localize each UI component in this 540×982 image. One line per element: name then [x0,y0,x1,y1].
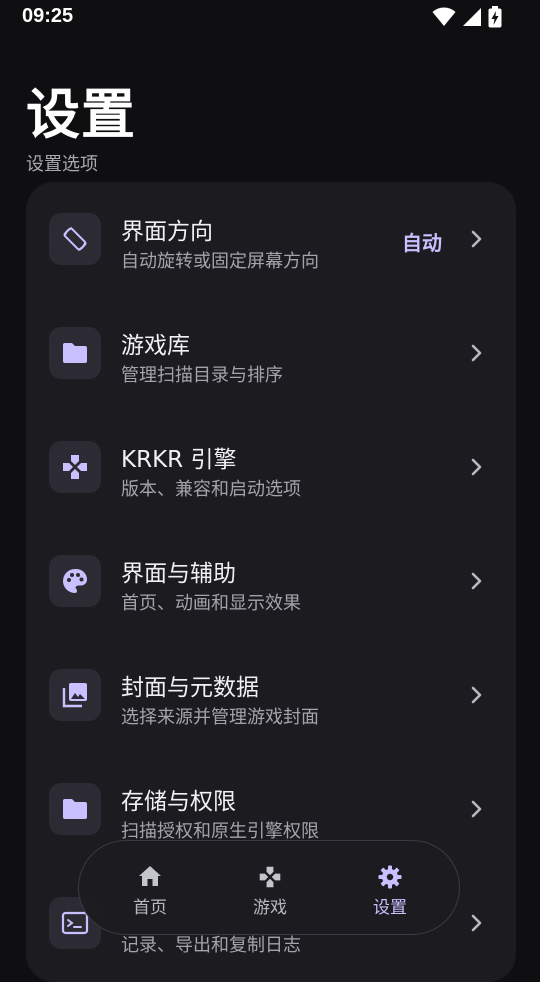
setting-item-title: 存储与权限 [121,789,236,815]
signal-icon [463,8,481,26]
setting-item-subtitle: 管理扫描目录与排序 [121,365,283,386]
chevron-right-icon [471,686,482,704]
library-image-icon [49,669,101,721]
screen-rotation-icon [49,213,101,265]
chevron-right-icon [471,230,482,248]
gamepad-icon [49,441,101,493]
nav-item-label: 游戏 [253,898,287,918]
status-bar: 09:25 [0,0,540,36]
nav-item-home[interactable]: 首页 [100,841,200,936]
folder-icon [49,783,101,835]
bottom-nav: 首页 游戏 设置 [78,840,460,935]
setting-item-value: 自动 [402,231,442,255]
home-icon [139,866,161,886]
setting-item-game-library[interactable]: 游戏库 管理扫描目录与排序 [26,296,516,410]
setting-item-subtitle: 版本、兼容和启动选项 [121,479,301,500]
gear-icon [378,865,402,889]
setting-item-title: 界面与辅助 [121,561,236,587]
nav-item-settings[interactable]: 设置 [340,841,440,936]
setting-item-covers-metadata[interactable]: 封面与元数据 选择来源并管理游戏封面 [26,638,516,752]
setting-item-krkr-engine[interactable]: KRKR 引擎 版本、兼容和启动选项 [26,410,516,524]
setting-item-orientation[interactable]: 界面方向 自动旋转或固定屏幕方向 自动 [26,182,516,296]
nav-item-label: 设置 [373,898,407,918]
setting-item-subtitle: 首页、动画和显示效果 [121,593,301,614]
setting-item-subtitle: 选择来源并管理游戏封面 [121,707,319,728]
setting-item-interface[interactable]: 界面与辅助 首页、动画和显示效果 [26,524,516,638]
setting-item-title: KRKR 引擎 [121,447,237,473]
setting-item-title: 游戏库 [121,333,190,359]
battery-charging-icon [488,6,502,28]
setting-item-title: 界面方向 [121,219,213,245]
chevron-right-icon [471,344,482,362]
chevron-right-icon [471,572,482,590]
nav-item-games[interactable]: 游戏 [220,841,320,936]
status-time: 09:25 [22,5,74,27]
gamepad-icon [259,866,281,888]
status-icons [432,6,502,28]
chevron-right-icon [471,458,482,476]
palette-icon [49,555,101,607]
section-label: 设置选项 [26,154,98,175]
setting-item-title: 封面与元数据 [121,675,259,701]
page-title: 设置 [26,83,136,146]
chevron-right-icon [471,914,482,932]
chevron-right-icon [471,800,482,818]
folder-icon [49,327,101,379]
nav-item-label: 首页 [133,898,167,918]
wifi-icon [432,7,456,26]
setting-item-subtitle: 自动旋转或固定屏幕方向 [121,251,319,272]
